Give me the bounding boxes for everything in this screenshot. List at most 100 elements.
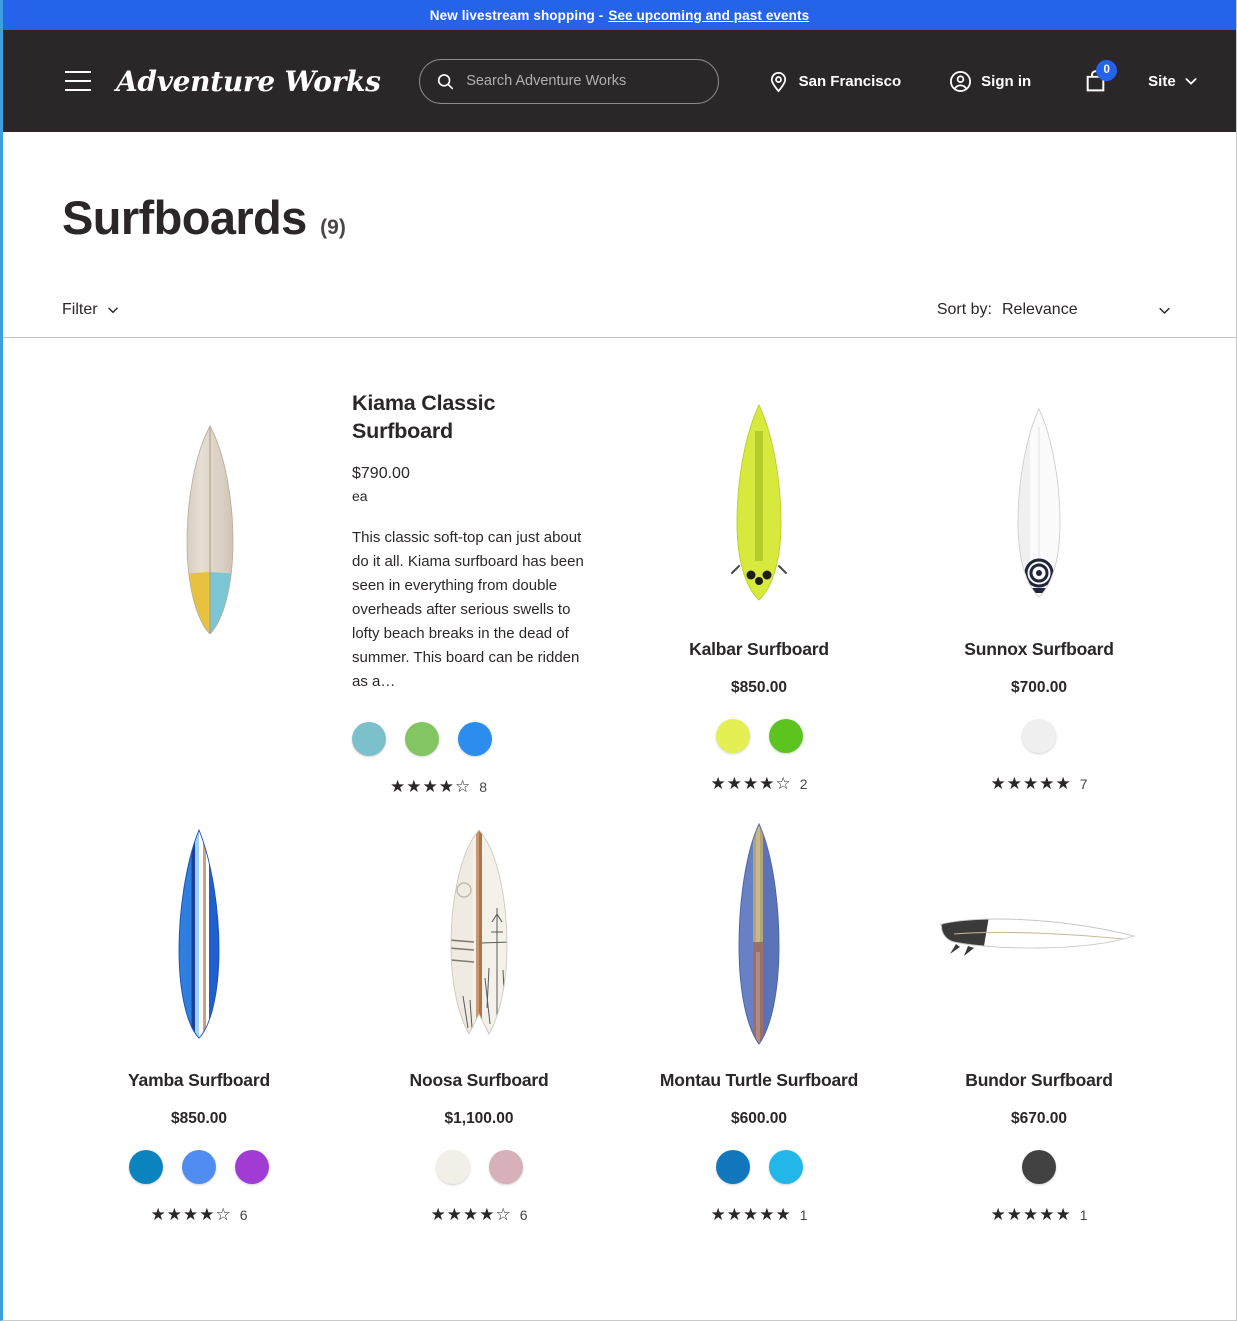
product-card-noosa[interactable]: Noosa Surfboard $1,100.00 ★ ★ ★ ★ ☆ 6	[339, 805, 619, 1233]
color-swatch[interactable]	[182, 1150, 216, 1185]
product-name[interactable]: Yamba Surfboard	[128, 1070, 270, 1091]
color-swatch[interactable]	[435, 1150, 470, 1185]
product-image-kalbar[interactable]	[627, 380, 891, 625]
star-half-icon: ☆	[455, 777, 471, 797]
location-selector[interactable]: San Francisco	[767, 70, 902, 93]
star-icon: ★	[775, 1205, 791, 1225]
cart-button[interactable]: 0	[1083, 59, 1118, 94]
product-price: $850.00	[730, 679, 788, 696]
star-icon: ★	[1055, 1205, 1071, 1225]
star-icon: ★	[199, 1205, 215, 1225]
product-image-sunnox[interactable]	[907, 380, 1171, 625]
product-rating[interactable]: ★ ★ ★ ★ ★ 1	[990, 1206, 1087, 1223]
product-count: (9)	[320, 216, 346, 239]
product-price: $670.00	[1010, 1110, 1068, 1128]
product-card-kiama[interactable]: Kiama Classic Surfboard $790.00 ea This …	[59, 374, 619, 805]
search-input[interactable]	[466, 73, 702, 89]
product-rating[interactable]: ★ ★ ★ ★ ☆ 2	[710, 775, 807, 792]
star-icon: ★	[1006, 1205, 1022, 1225]
product-rating[interactable]: ★ ★ ★ ★ ☆ 6	[150, 1206, 247, 1223]
product-rating[interactable]: ★ ★ ★ ★ ☆ 8	[390, 778, 597, 795]
product-image-noosa[interactable]	[347, 811, 611, 1056]
montau-longboard-image	[738, 822, 780, 1045]
product-card-yamba[interactable]: Yamba Surfboard $850.00 ★ ★ ★ ★ ☆ 6	[59, 805, 339, 1233]
star-icon: ★	[742, 774, 759, 793]
color-swatch[interactable]	[715, 1150, 750, 1185]
product-card-bundor[interactable]: Bundor Surfboard $670.00 ★ ★ ★ ★ ★ 1	[899, 805, 1179, 1233]
location-pin-icon	[770, 71, 786, 93]
color-swatches	[129, 1150, 269, 1185]
star-icon: ★	[182, 1205, 199, 1225]
product-image-kiama[interactable]	[67, 380, 352, 680]
color-swatch[interactable]	[405, 722, 439, 757]
product-unit: ea	[352, 488, 368, 505]
cart-count-badge: 0	[1096, 59, 1118, 81]
product-info-kiama: Kiama Classic Surfboard $790.00 ea This …	[352, 380, 597, 795]
filter-label: Filter	[62, 301, 98, 318]
product-rating[interactable]: ★ ★ ★ ★ ☆ 6	[430, 1206, 527, 1223]
product-image-bundor[interactable]	[907, 811, 1171, 1056]
star-icon: ★	[479, 1205, 495, 1225]
color-swatch[interactable]	[1022, 719, 1056, 753]
star-icon: ★	[422, 777, 438, 797]
product-description: This classic soft-top can just about do …	[352, 529, 584, 691]
color-swatches	[1022, 1150, 1056, 1185]
product-card-montau-turtle[interactable]: Montau Turtle Surfboard $600.00 ★ ★ ★ ★ …	[619, 805, 899, 1233]
product-rating[interactable]: ★ ★ ★ ★ ★ 1	[710, 1206, 807, 1223]
chevron-down-icon	[107, 307, 118, 314]
product-name[interactable]: Kiama Classic Surfboard	[352, 390, 597, 445]
filter-button[interactable]: Filter	[62, 301, 120, 319]
star-icon: ★	[406, 777, 422, 797]
color-swatch[interactable]	[1022, 1150, 1056, 1185]
star-icon: ★	[759, 1205, 775, 1225]
site-selector[interactable]: Site	[1148, 73, 1199, 90]
rating-count: 6	[239, 1206, 248, 1223]
product-price: $700.00	[1010, 679, 1068, 696]
site-label: Site	[1148, 72, 1176, 90]
site-header: Adventure Works San Francisco Sign in	[3, 30, 1236, 132]
star-icon: ★	[1006, 774, 1022, 793]
announcement-link[interactable]: See upcoming and past events	[608, 8, 809, 23]
product-name[interactable]: Bundor Surfboard	[965, 1070, 1113, 1091]
color-swatch[interactable]	[488, 1150, 523, 1185]
star-icon: ★	[166, 1205, 182, 1225]
sign-in-button[interactable]: Sign in	[949, 70, 1031, 93]
hamburger-menu-icon[interactable]	[65, 71, 91, 91]
color-swatch[interactable]	[129, 1150, 163, 1185]
product-image-yamba[interactable]	[67, 811, 331, 1056]
page-root: New livestream shopping - See upcoming a…	[0, 0, 1237, 1321]
announcement-text: New livestream shopping -	[429, 7, 604, 23]
rating-count: 7	[1079, 775, 1088, 792]
color-swatch[interactable]	[768, 1150, 803, 1185]
product-name[interactable]: Sunnox Surfboard	[964, 639, 1114, 660]
color-swatches	[435, 1150, 523, 1185]
product-name[interactable]: Montau Turtle Surfboard	[660, 1070, 858, 1091]
product-card-sunnox[interactable]: Sunnox Surfboard $700.00 ★ ★ ★ ★ ★ 7	[899, 374, 1179, 805]
user-circle-icon	[950, 70, 972, 92]
product-image-montau-turtle[interactable]	[627, 811, 891, 1056]
star-icon: ★	[1039, 774, 1055, 793]
product-grid: Kiama Classic Surfboard $790.00 ea This …	[3, 338, 1236, 1233]
color-swatches	[352, 722, 597, 757]
product-name[interactable]: Kalbar Surfboard	[689, 639, 829, 660]
color-swatch[interactable]	[352, 722, 386, 757]
color-swatch[interactable]	[768, 719, 803, 753]
color-swatch[interactable]	[235, 1150, 269, 1185]
star-icon: ★	[710, 774, 726, 793]
color-swatch[interactable]	[715, 719, 750, 753]
product-price: $790.00	[352, 465, 410, 483]
rating-count: 1	[1079, 1206, 1088, 1223]
page-header: Surfboards (9)	[3, 132, 1236, 245]
star-icon: ★	[1022, 774, 1039, 793]
product-rating[interactable]: ★ ★ ★ ★ ★ 7	[990, 775, 1087, 792]
star-half-icon: ☆	[215, 1205, 231, 1225]
color-swatch[interactable]	[458, 722, 492, 757]
star-icon: ★	[1022, 1205, 1039, 1225]
sort-by-select[interactable]: Relevance	[1002, 301, 1172, 319]
site-logo[interactable]: Adventure Works	[116, 65, 381, 98]
product-name[interactable]: Noosa Surfboard	[410, 1070, 549, 1091]
product-card-kalbar[interactable]: Kalbar Surfboard $850.00 ★ ★ ★ ★ ☆ 2	[619, 374, 899, 805]
star-icon: ★	[710, 1205, 726, 1225]
search-bar[interactable]	[418, 58, 719, 104]
location-label: San Francisco	[798, 72, 902, 90]
